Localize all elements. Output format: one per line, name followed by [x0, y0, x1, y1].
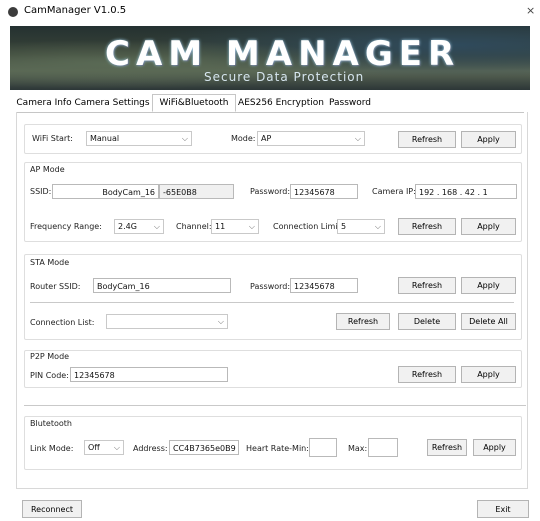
channel-label: Channel: — [176, 222, 212, 231]
mode-select[interactable]: AP ⌵ — [257, 131, 365, 146]
frequency-label: Frequency Range: — [30, 222, 102, 231]
tab-camera-settings[interactable]: Camera Settings — [74, 95, 150, 111]
section-divider — [24, 405, 526, 406]
sta-apply-button[interactable]: Apply — [461, 277, 516, 294]
address-field[interactable]: CC4B7365e0B9 — [169, 440, 239, 455]
ap-apply-button[interactable]: Apply — [461, 218, 516, 235]
close-icon[interactable]: × — [526, 4, 535, 17]
banner-subtitle: Secure Data Protection — [204, 70, 365, 84]
sta-refresh-button[interactable]: Refresh — [398, 277, 456, 294]
wifi-start-select[interactable]: Manual ⌵ — [86, 131, 192, 146]
connection-limit-value: 5 — [341, 222, 347, 231]
link-mode-select[interactable]: Off ⌵ — [84, 440, 124, 455]
reconnect-button[interactable]: Reconnect — [22, 500, 82, 518]
pin-code-field[interactable]: 12345678 — [70, 367, 228, 382]
p2p-refresh-button[interactable]: Refresh — [398, 366, 456, 383]
tab-wifi-bluetooth[interactable]: WiFi&Bluetooth — [152, 94, 236, 112]
tab-bar: Camera Info Camera Settings WiFi&Bluetoo… — [16, 94, 524, 113]
delete-button[interactable]: Delete — [398, 313, 456, 330]
ap-mode-title: AP Mode — [30, 165, 65, 174]
camera-ip-label: Camera IP: — [372, 187, 416, 196]
max-label: Max: — [348, 444, 368, 453]
banner: CAM MANAGER Secure Data Protection — [10, 26, 530, 90]
chevron-down-icon: ⌵ — [181, 134, 188, 143]
link-mode-label: Link Mode: — [30, 444, 74, 453]
banner-title: CAM MANAGER — [105, 34, 461, 74]
ssid-label: SSID: — [30, 187, 52, 196]
connection-limit-label: Connection Limit: — [273, 222, 344, 231]
bluetooth-apply-button[interactable]: Apply — [473, 439, 516, 456]
chevron-down-icon: ⌵ — [248, 222, 255, 231]
delete-all-button[interactable]: Delete All — [461, 313, 516, 330]
heart-rate-max-field[interactable] — [368, 438, 398, 457]
connection-list-label: Connection List: — [30, 318, 95, 327]
wifi-apply-button[interactable]: Apply — [461, 131, 516, 148]
sta-divider — [30, 302, 514, 303]
ssid-suffix-field: -65E0B8 — [159, 184, 234, 199]
heart-rate-min-label: Heart Rate-Min: — [246, 444, 309, 453]
pin-code-label: PIN Code: — [30, 371, 69, 380]
frequency-select[interactable]: 2.4G ⌵ — [114, 219, 164, 234]
mode-label: Mode: — [231, 134, 256, 143]
exit-button[interactable]: Exit — [477, 500, 529, 518]
connection-list-select[interactable]: ⌵ — [106, 314, 228, 329]
connection-refresh-button[interactable]: Refresh — [336, 313, 390, 330]
p2p-apply-button[interactable]: Apply — [461, 366, 516, 383]
ap-password-field[interactable]: 12345678 — [290, 184, 358, 199]
frequency-value: 2.4G — [118, 222, 137, 231]
router-ssid-label: Router SSID: — [30, 282, 81, 291]
router-ssid-field[interactable]: BodyCam_16 — [93, 278, 231, 293]
chevron-down-icon: ⌵ — [113, 443, 120, 452]
address-label: Address: — [133, 444, 168, 453]
chevron-down-icon: ⌵ — [217, 317, 224, 326]
ap-password-label: Password: — [250, 187, 291, 196]
tab-camera-info[interactable]: Camera Info — [16, 95, 72, 111]
connection-limit-select[interactable]: 5 ⌵ — [337, 219, 385, 234]
ssid-field[interactable]: BodyCam_16 — [52, 184, 159, 199]
wifi-refresh-button[interactable]: Refresh — [398, 131, 456, 148]
wifi-start-label: WiFi Start: — [32, 134, 73, 143]
p2p-mode-title: P2P Mode — [30, 352, 70, 361]
chevron-down-icon: ⌵ — [354, 134, 361, 143]
chevron-down-icon: ⌵ — [153, 222, 160, 231]
chevron-down-icon: ⌵ — [374, 222, 381, 231]
tab-password[interactable]: Password — [327, 95, 373, 111]
mode-value: AP — [261, 134, 272, 143]
window-title: CamManager V1.0.5 — [24, 5, 127, 16]
app-icon — [8, 7, 18, 17]
sta-password-label: Password: — [250, 282, 291, 291]
heart-rate-min-field[interactable] — [309, 438, 337, 457]
sta-password-field[interactable]: 12345678 — [290, 278, 358, 293]
ap-refresh-button[interactable]: Refresh — [398, 218, 456, 235]
link-mode-value: Off — [88, 443, 100, 452]
channel-select[interactable]: 11 ⌵ — [211, 219, 259, 234]
wifi-start-value: Manual — [90, 134, 120, 143]
tab-aes256-encryption[interactable]: AES256 Encryption — [237, 95, 325, 111]
sta-mode-title: STA Mode — [30, 258, 70, 267]
bluetooth-refresh-button[interactable]: Refresh — [427, 439, 467, 456]
bluetooth-title: Blutetooth — [30, 419, 72, 428]
channel-value: 11 — [215, 222, 226, 231]
camera-ip-field[interactable]: 192 . 168 . 42 . 1 — [415, 184, 517, 199]
